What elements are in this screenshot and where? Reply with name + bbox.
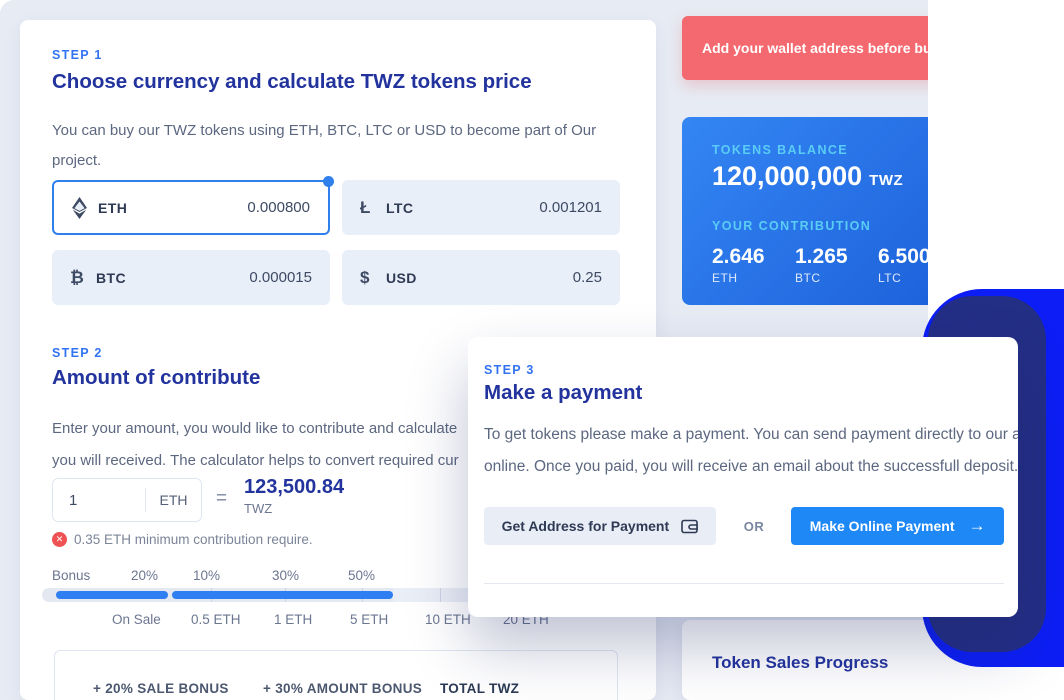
bonus-percent: 30% — [272, 568, 299, 583]
currency-rate: 0.000015 — [249, 269, 312, 286]
bonus-percent: 10% — [193, 568, 220, 583]
currency-tile-ltc[interactable]: Ł LTC 0.001201 — [342, 180, 620, 235]
contribution-value: 2.646 — [712, 245, 765, 269]
bonus-progress-fill — [56, 591, 168, 599]
wallet-alert-banner: Add your wallet address before bu — [682, 16, 928, 80]
currency-code: LTC — [386, 200, 413, 216]
contribution-unit: LTC — [878, 271, 928, 285]
step1-description: You can buy our TWZ tokens using ETH, BT… — [52, 116, 608, 176]
step3-title: Make a payment — [484, 381, 642, 405]
token-sales-progress-title: Token Sales Progress — [712, 653, 888, 673]
currency-rate: 0.25 — [573, 269, 602, 286]
currency-rate: 0.000800 — [247, 199, 310, 216]
arrow-right-icon: → — [968, 516, 985, 536]
contribution-ltc: 6.500 LTC — [878, 245, 928, 285]
bonus-progress-fill — [172, 591, 393, 599]
step3-label: STEP 3 — [484, 363, 535, 377]
contribution-unit: BTC — [795, 271, 848, 285]
tokens-balance-label: TOKENS BALANCE — [712, 143, 848, 157]
make-online-payment-label: Make Online Payment — [810, 518, 955, 534]
ethereum-icon — [72, 197, 98, 219]
dollar-icon: $ — [360, 268, 386, 288]
currency-code: BTC — [96, 270, 126, 286]
step3-description-line1: To get tokens please make a payment. You… — [484, 419, 1018, 451]
equals-sign: = — [216, 488, 227, 510]
make-online-payment-button[interactable]: Make Online Payment → — [791, 507, 1004, 545]
get-address-button-label: Get Address for Payment — [502, 518, 670, 534]
bitcoin-icon: ₿ — [70, 268, 96, 288]
selected-dot — [323, 176, 334, 187]
error-text: 0.35 ETH minimum contribution require. — [74, 532, 313, 547]
error-icon: ✕ — [52, 532, 67, 547]
bonus-tick: 1 ETH — [274, 612, 312, 627]
currency-tile-eth[interactable]: ETH 0.000800 — [52, 180, 330, 235]
currency-code: ETH — [98, 200, 127, 216]
contribution-eth: 2.646 ETH — [712, 245, 765, 285]
token-sales-progress-card: Token Sales Progress — [682, 620, 928, 700]
bonus-label: Bonus — [52, 568, 90, 583]
tokens-balance-value: 120,000,000 — [712, 161, 862, 192]
sale-bonus-label: + 20% SALE BONUS — [93, 681, 229, 696]
page: STEP 1 Choose currency and calculate TWZ… — [0, 0, 1064, 700]
currency-rate: 0.001201 — [539, 199, 602, 216]
token-result-value: 123,500.84 — [244, 476, 344, 499]
contribution-value: 1.265 — [795, 245, 848, 269]
tokens-balance-card: TOKENS BALANCE 120,000,000 TWZ YOUR CONT… — [682, 117, 928, 305]
step3-description-line2: online. Once you paid, you will receive … — [484, 451, 1018, 483]
payment-card: STEP 3 Make a payment To get tokens plea… — [468, 337, 1018, 617]
amount-input[interactable] — [53, 492, 145, 509]
currency-tile-btc[interactable]: ₿ BTC 0.000015 — [52, 250, 330, 305]
amount-currency-label: ETH — [145, 488, 201, 512]
wallet-icon — [681, 519, 698, 534]
bonus-tick: 0.5 ETH — [191, 612, 241, 627]
divider — [484, 583, 1004, 584]
contribution-btc: 1.265 BTC — [795, 245, 848, 285]
get-address-button[interactable]: Get Address for Payment — [484, 507, 716, 545]
bonus-tick: On Sale — [112, 612, 161, 627]
step1-label: STEP 1 — [52, 48, 103, 62]
bonus-percent: 20% — [131, 568, 158, 583]
bonus-tick: 5 ETH — [350, 612, 388, 627]
token-result-unit: TWZ — [244, 501, 272, 516]
bonus-tick: 10 ETH — [425, 612, 471, 627]
total-twz-label: TOTAL TWZ — [440, 681, 519, 696]
step1-title: Choose currency and calculate TWZ tokens… — [52, 70, 532, 94]
currency-code: USD — [386, 270, 417, 286]
amount-input-group: ETH — [52, 478, 202, 522]
tokens-balance-row: 120,000,000 TWZ — [712, 161, 903, 192]
or-label: OR — [744, 519, 765, 534]
minimum-contribution-error: ✕ 0.35 ETH minimum contribution require. — [52, 532, 313, 547]
tokens-balance-unit: TWZ — [869, 172, 903, 189]
track-separator — [440, 588, 441, 602]
bonus-summary-box: + 20% SALE BONUS + 30% AMOUNT BONUS TOTA… — [54, 650, 618, 700]
contribution-value: 6.500 — [878, 245, 928, 269]
amount-bonus-label: + 30% AMOUNT BONUS — [263, 681, 422, 696]
step2-title: Amount of contribute — [52, 366, 260, 390]
litecoin-icon: Ł — [360, 198, 386, 218]
payment-buttons-row: Get Address for Payment OR Make Online P… — [484, 507, 1004, 545]
step2-label: STEP 2 — [52, 346, 103, 360]
your-contribution-label: YOUR CONTRIBUTION — [712, 219, 871, 233]
contribution-unit: ETH — [712, 271, 765, 285]
currency-tile-usd[interactable]: $ USD 0.25 — [342, 250, 620, 305]
bonus-percent: 50% — [348, 568, 375, 583]
